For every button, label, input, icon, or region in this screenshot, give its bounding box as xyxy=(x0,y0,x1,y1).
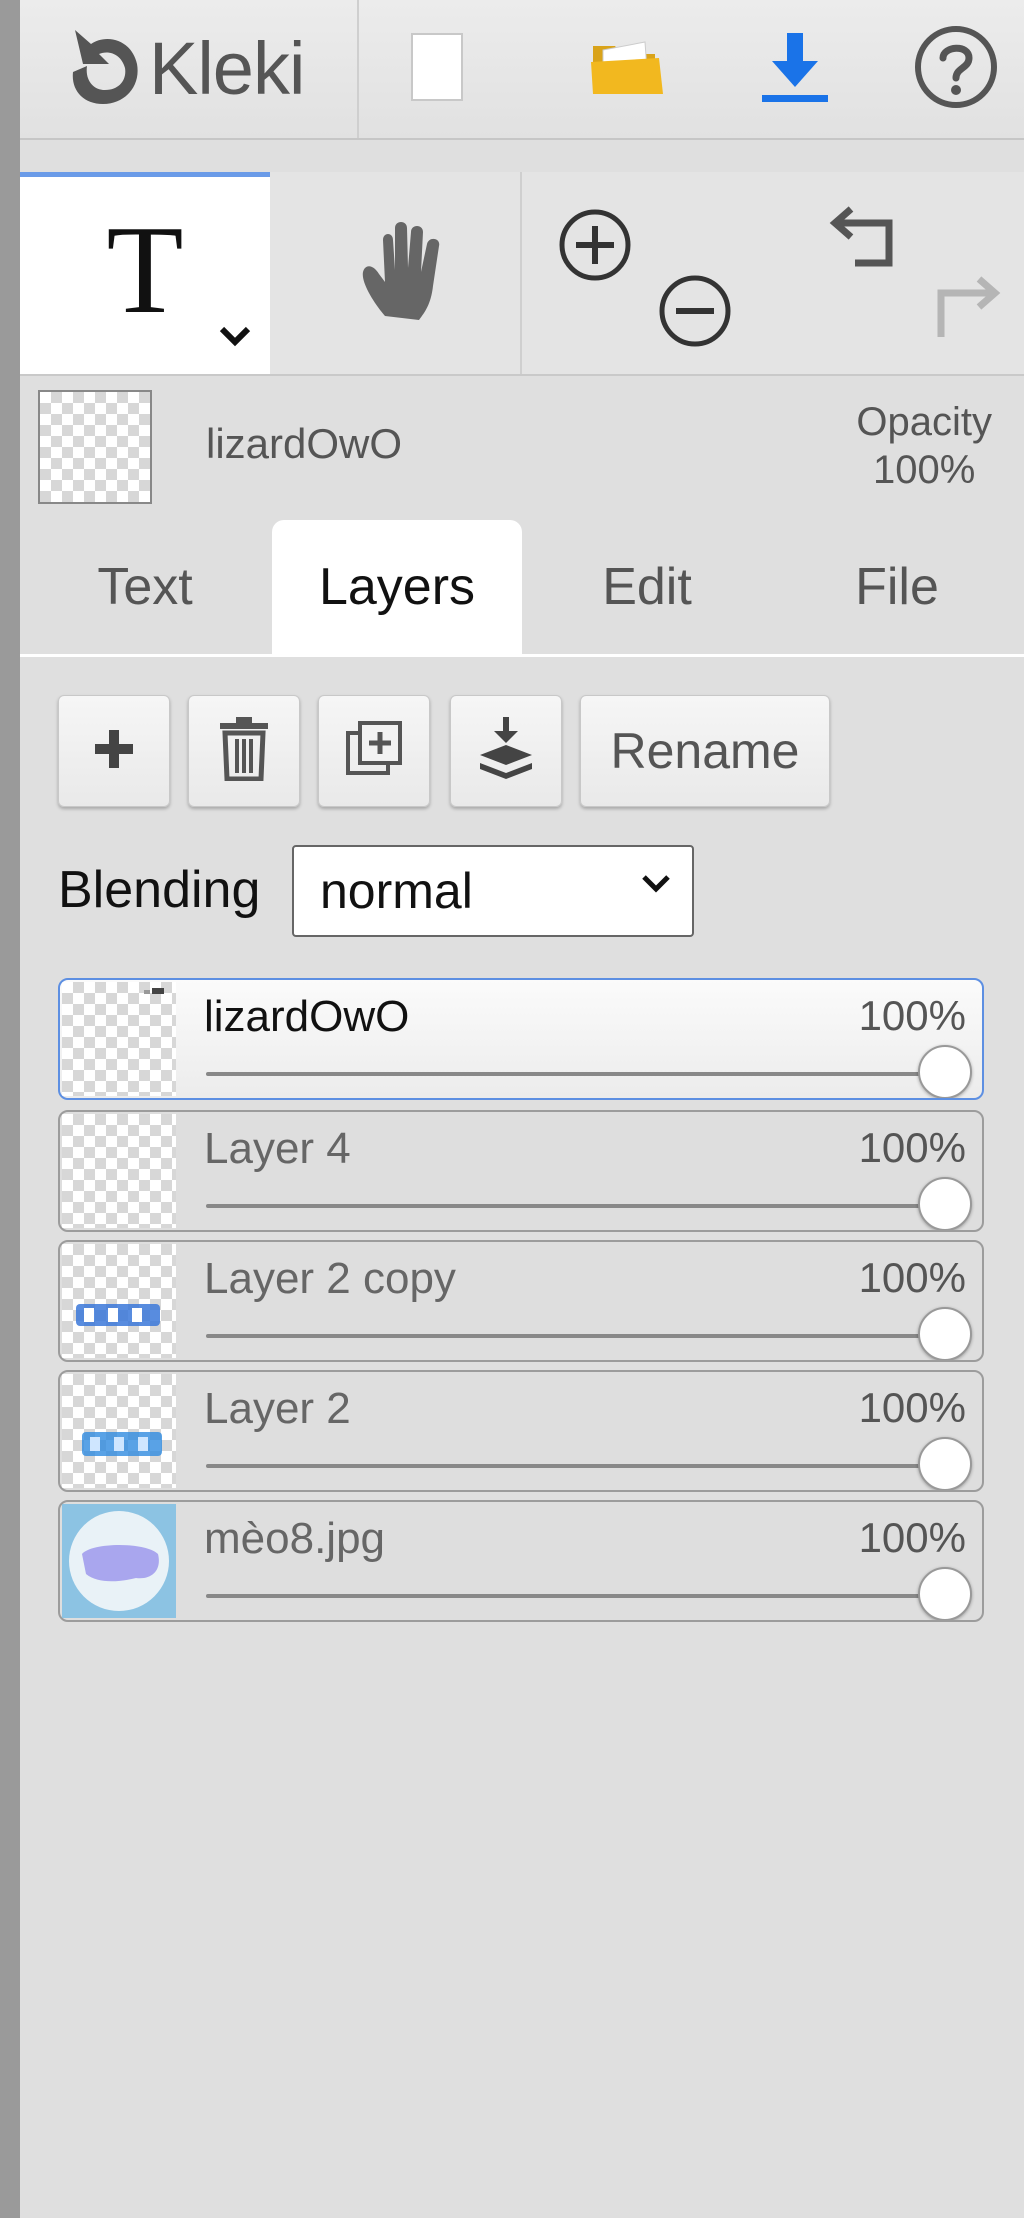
current-layer-thumbnail xyxy=(38,390,152,504)
layer-name: Layer 2 xyxy=(204,1384,351,1433)
top-bar: Kleki xyxy=(20,0,1024,140)
layer-name: Layer 4 xyxy=(204,1124,351,1173)
help-button[interactable] xyxy=(888,0,1024,138)
layer-item-meo8-jpg[interactable]: mèo8.jpg 100% xyxy=(58,1500,984,1622)
layer-thumbnail xyxy=(62,982,176,1096)
layer-opacity-value: 100% xyxy=(858,1254,966,1301)
slider-knob[interactable] xyxy=(918,1567,972,1620)
help-circle-icon xyxy=(913,24,999,115)
folder-icon xyxy=(589,36,665,103)
blending-select[interactable]: normal xyxy=(292,845,694,937)
tab-layers[interactable]: Layers xyxy=(272,520,522,654)
undo-icon xyxy=(827,201,903,282)
merge-down-button[interactable] xyxy=(450,695,562,807)
slider-knob[interactable] xyxy=(918,1307,972,1360)
open-file-button[interactable] xyxy=(552,0,702,138)
text-tool-button[interactable]: T xyxy=(20,172,270,374)
layer-name: mèo8.jpg xyxy=(204,1514,386,1563)
opacity-label: Opacity xyxy=(856,400,992,444)
slider-knob[interactable] xyxy=(918,1045,972,1098)
layer-thumbnail xyxy=(62,1244,176,1358)
layer-thumbnail xyxy=(62,1114,176,1228)
tab-text[interactable]: Text xyxy=(20,520,270,654)
layer-opacity-slider[interactable] xyxy=(206,1334,944,1338)
layer-opacity-slider[interactable] xyxy=(206,1204,944,1208)
blank-page-icon xyxy=(410,32,464,107)
app-name: Kleki xyxy=(149,26,305,110)
canvas-edge xyxy=(0,0,20,2218)
kleki-logo[interactable]: Kleki xyxy=(65,18,305,118)
layer-opacity-value: 100% xyxy=(858,1124,966,1171)
chevron-down-icon[interactable] xyxy=(218,325,252,352)
layer-opacity-slider[interactable] xyxy=(206,1464,944,1468)
plus-icon xyxy=(91,726,137,777)
kleki-logo-icon xyxy=(65,24,143,113)
chevron-down-icon xyxy=(640,873,672,900)
trash-icon xyxy=(218,716,270,786)
download-icon xyxy=(760,31,830,108)
current-layer-opacity[interactable]: Opacity 100% xyxy=(856,398,992,494)
slider-knob[interactable] xyxy=(918,1177,972,1230)
new-image-button[interactable] xyxy=(372,0,502,138)
duplicate-icon xyxy=(344,719,404,784)
text-tool-glyph: T xyxy=(106,200,184,340)
redo-icon xyxy=(927,271,1003,352)
layer-opacity-slider[interactable] xyxy=(206,1072,944,1076)
hand-tool-button[interactable] xyxy=(270,172,540,374)
current-layer-name: lizardOwO xyxy=(206,420,403,467)
layer-opacity-value: 100% xyxy=(858,992,966,1039)
layer-thumbnail xyxy=(62,1504,176,1618)
layer-item-layer-4[interactable]: Layer 4 100% xyxy=(58,1110,984,1232)
layer-thumbnail xyxy=(62,1374,176,1488)
add-layer-button[interactable] xyxy=(58,695,170,807)
layer-opacity-slider[interactable] xyxy=(206,1594,944,1598)
layer-opacity-value: 100% xyxy=(858,1384,966,1431)
zoom-in-icon xyxy=(556,206,634,289)
layer-name: lizardOwO xyxy=(204,992,410,1041)
current-layer-info: lizardOwO Opacity 100% xyxy=(20,376,1024,516)
layer-opacity-value: 100% xyxy=(858,1514,966,1561)
zoom-out-icon xyxy=(656,272,734,355)
layer-item-layer-2-copy[interactable]: Layer 2 copy 100% xyxy=(58,1240,984,1362)
tab-bar: Text Layers Edit File xyxy=(20,520,1024,657)
tab-file[interactable]: File xyxy=(772,520,1022,654)
delete-layer-button[interactable] xyxy=(188,695,300,807)
zoom-out-button[interactable] xyxy=(650,258,740,368)
layer-name: Layer 2 copy xyxy=(204,1254,456,1303)
opacity-value: 100% xyxy=(873,448,976,492)
layer-item-layer-2[interactable]: Layer 2 100% xyxy=(58,1370,984,1492)
tab-edit[interactable]: Edit xyxy=(522,520,772,654)
redo-button[interactable] xyxy=(920,256,1010,366)
blending-value: normal xyxy=(320,863,473,919)
hand-icon xyxy=(355,216,455,331)
rename-layer-button[interactable]: Rename xyxy=(580,695,830,807)
tool-row: T xyxy=(20,172,1024,376)
merge-down-icon xyxy=(476,716,536,786)
slider-knob[interactable] xyxy=(918,1437,972,1490)
zoom-in-button[interactable] xyxy=(550,192,640,302)
toolspace-panel: Kleki T lizardOwO Opacity 100% Text Laye… xyxy=(20,0,1024,2218)
rename-label: Rename xyxy=(610,723,800,779)
blending-label: Blending xyxy=(58,861,261,919)
duplicate-layer-button[interactable] xyxy=(318,695,430,807)
layer-item-lizardowo[interactable]: lizardOwO 100% xyxy=(58,978,984,1100)
save-download-button[interactable] xyxy=(720,0,870,138)
undo-button[interactable] xyxy=(820,186,910,296)
